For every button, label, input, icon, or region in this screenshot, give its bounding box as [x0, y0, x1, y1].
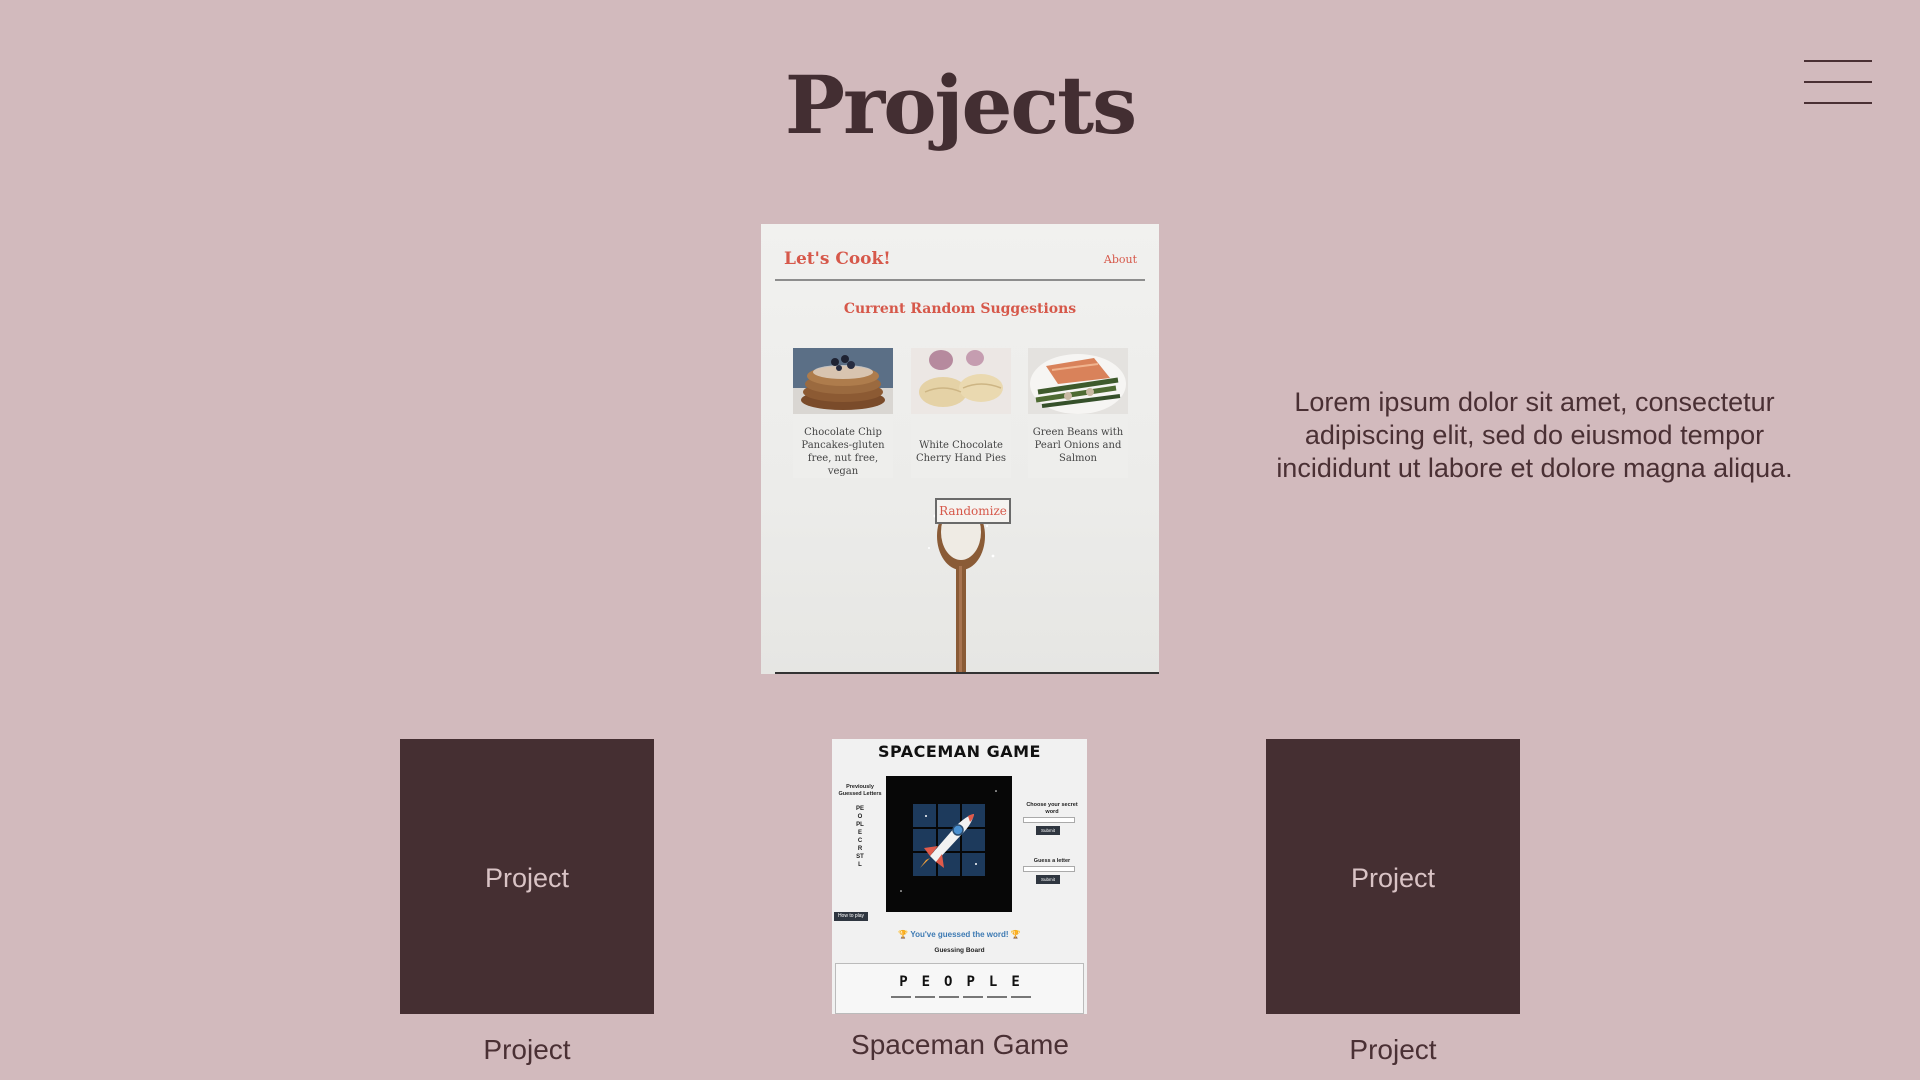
guess-letter-input [1023, 866, 1075, 872]
project-description: Lorem ipsum dolor sit amet, consectetur … [1276, 387, 1793, 483]
previous-letters-label: Previously Guessed Letters [838, 784, 882, 797]
project-tile-label: Project [1350, 863, 1436, 893]
project-tile[interactable]: Project [400, 739, 654, 1014]
preview-brand: Let's Cook! [784, 249, 891, 269]
project-title[interactable]: Project [400, 1034, 654, 1066]
spaceman-game-preview[interactable]: SPACEMAN GAME Previously Guessed Letters… [832, 739, 1087, 1014]
preview-divider [775, 672, 1159, 674]
menu-line-icon [1804, 102, 1872, 104]
project-title[interactable]: Project [1266, 1034, 1520, 1066]
salmon-image [1028, 348, 1128, 414]
recipe-card: Green Beans with Pearl Onions and Salmon [1028, 348, 1128, 478]
hand-pies-image [911, 348, 1011, 414]
pancakes-image [793, 348, 893, 414]
hamburger-menu-button[interactable] [1800, 56, 1874, 108]
menu-line-icon [1804, 60, 1872, 62]
how-to-play-button: How to play [834, 912, 868, 921]
letter-blanks [891, 996, 1031, 998]
guessing-board-label: Guessing Board [934, 947, 985, 954]
recipe-cards: Chocolate Chip Pancakes-gluten free, nut… [793, 348, 1129, 488]
recipe-card: White Chocolate Cherry Hand Pies [911, 348, 1011, 478]
secret-word-submit-button: Submit [1036, 826, 1060, 835]
recipe-card: Chocolate Chip Pancakes-gluten free, nut… [793, 348, 893, 478]
guessing-board: PEOPLE [835, 963, 1084, 1014]
spaceman-title: SPACEMAN GAME [878, 742, 1041, 761]
secret-word-label: Choose your secret word [1026, 802, 1078, 815]
secret-word-input [1023, 817, 1075, 823]
guess-letter-submit-button: Submit [1036, 875, 1060, 884]
preview-about-link: About [1103, 253, 1137, 266]
featured-project-preview[interactable]: Let's Cook! About Current Random Suggest… [761, 224, 1159, 674]
preview-heading: Current Random Suggestions [843, 301, 1077, 317]
recipe-name: White Chocolate Cherry Hand Pies [915, 440, 1007, 464]
project-tile-label: Project [484, 863, 570, 893]
project-tile[interactable]: Project [1266, 739, 1520, 1014]
guess-letter-label: Guess a letter [1033, 858, 1071, 864]
recipe-name: Chocolate Chip Pancakes-gluten free, nut… [801, 427, 885, 477]
rocket-image [886, 776, 1012, 912]
guessed-word: PEOPLE [899, 974, 1034, 990]
page-title: Projects [784, 58, 1137, 152]
randomize-button: Randomize [935, 498, 1011, 524]
win-message: 🏆 You've guessed the word! 🏆 [898, 930, 1021, 939]
previous-letters: PEOPLECRSTL [856, 805, 864, 869]
menu-line-icon [1804, 81, 1872, 83]
previous-letters-text: PEOPLECRSTL [856, 806, 865, 868]
recipe-name: Green Beans with Pearl Onions and Salmon [1032, 427, 1124, 464]
project-title[interactable]: Spaceman Game [833, 1029, 1087, 1061]
